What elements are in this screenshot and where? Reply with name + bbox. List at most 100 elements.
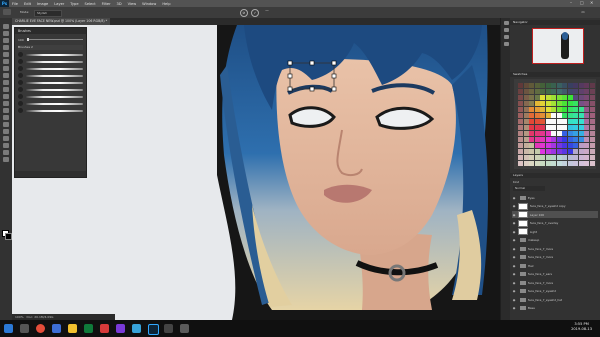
swatch[interactable]	[584, 101, 589, 106]
brush-size-control[interactable]: 100	[18, 36, 83, 43]
swatch[interactable]	[545, 113, 551, 118]
swatch[interactable]	[573, 149, 578, 154]
swatch[interactable]	[540, 143, 545, 148]
swatch[interactable]	[523, 89, 529, 94]
path-select-tool-icon[interactable]	[3, 136, 9, 141]
menu-image[interactable]: Image	[34, 2, 51, 6]
photoshop-logo-icon[interactable]: Ps	[0, 0, 9, 7]
swatch[interactable]	[589, 161, 595, 166]
warp-icon[interactable]: ⌒	[264, 9, 270, 15]
swatch[interactable]	[578, 149, 584, 154]
swatch[interactable]	[540, 131, 545, 136]
swatch[interactable]	[567, 149, 573, 154]
swatch[interactable]	[551, 131, 556, 136]
swatch[interactable]	[529, 125, 534, 130]
swatch[interactable]	[518, 155, 523, 160]
visibility-eye-icon[interactable]: ◉	[512, 238, 516, 242]
swatch[interactable]	[529, 101, 534, 106]
layer-row[interactable]: ◉ Layer 106	[512, 211, 598, 218]
swatch[interactable]	[545, 143, 551, 148]
swatch[interactable]	[551, 83, 556, 88]
layer-group-row[interactable]: ◉ Base	[512, 305, 598, 312]
swatch[interactable]	[523, 149, 529, 154]
navigator-thumbnail[interactable]	[532, 28, 584, 64]
swatch[interactable]	[540, 125, 545, 130]
swatch[interactable]	[562, 137, 567, 142]
swatch[interactable]	[573, 89, 578, 94]
layer-group-row[interactable]: ◉ Eyes	[512, 194, 598, 201]
brush-preset-item[interactable]	[18, 80, 83, 85]
swatch[interactable]	[551, 155, 556, 160]
swatch[interactable]	[545, 119, 551, 124]
swatch[interactable]	[545, 125, 551, 130]
swatch[interactable]	[567, 131, 573, 136]
gradient-tool-icon[interactable]	[3, 101, 9, 106]
swatch[interactable]	[573, 143, 578, 148]
blend-mode-select[interactable]: Normal	[513, 186, 545, 191]
shape-tool-icon[interactable]	[3, 143, 9, 148]
swatch[interactable]	[573, 83, 578, 88]
swatch[interactable]	[584, 149, 589, 154]
swatch[interactable]	[551, 125, 556, 130]
swatch[interactable]	[529, 155, 534, 160]
swatch[interactable]	[556, 89, 562, 94]
swatch[interactable]	[529, 83, 534, 88]
swatch[interactable]	[589, 137, 595, 142]
menu-edit[interactable]: Edit	[21, 2, 34, 6]
swatch[interactable]	[562, 155, 567, 160]
swatch[interactable]	[556, 149, 562, 154]
brush-preset-item[interactable]	[18, 66, 83, 71]
swatch[interactable]	[523, 137, 529, 142]
swatch[interactable]	[584, 143, 589, 148]
swatch[interactable]	[534, 101, 540, 106]
menu-3d[interactable]: 3D	[114, 2, 125, 6]
menu-window[interactable]: Window	[139, 2, 159, 6]
brush-preset-item[interactable]	[18, 94, 83, 99]
swatch[interactable]	[562, 125, 567, 130]
hand-tool-icon[interactable]	[3, 150, 9, 155]
swatch[interactable]	[545, 149, 551, 154]
workspace-icon[interactable]: ▭	[580, 9, 586, 15]
app-icon[interactable]	[52, 324, 61, 333]
swatch[interactable]	[556, 143, 562, 148]
background-color-swatch[interactable]	[5, 233, 12, 240]
swatch[interactable]	[529, 143, 534, 148]
swatch[interactable]	[529, 107, 534, 112]
swatch[interactable]	[578, 161, 584, 166]
move-tool-icon[interactable]	[3, 24, 9, 29]
chrome-icon[interactable]	[36, 324, 45, 333]
swatch[interactable]	[562, 149, 567, 154]
swatch[interactable]	[567, 89, 573, 94]
swatch[interactable]	[567, 95, 573, 100]
swatch[interactable]	[551, 107, 556, 112]
maximize-icon[interactable]: □	[580, 0, 584, 5]
swatch[interactable]	[567, 113, 573, 118]
layer-filter-kind[interactable]: Kind	[513, 180, 519, 184]
swatch[interactable]	[534, 107, 540, 112]
app-icon[interactable]	[116, 324, 125, 333]
swatch[interactable]	[551, 161, 556, 166]
swatch[interactable]	[562, 143, 567, 148]
swatch[interactable]	[529, 149, 534, 154]
swatch[interactable]	[584, 89, 589, 94]
swatch[interactable]	[523, 143, 529, 148]
swatch[interactable]	[567, 107, 573, 112]
properties-icon[interactable]	[503, 28, 509, 32]
swatch[interactable]	[584, 107, 589, 112]
pen-tool-icon[interactable]	[3, 122, 9, 127]
swatch[interactable]	[545, 137, 551, 142]
swatch[interactable]	[523, 107, 529, 112]
app-icon[interactable]	[84, 324, 93, 333]
brush-preset-item[interactable]	[18, 73, 83, 78]
swatch[interactable]	[534, 119, 540, 124]
swatch[interactable]	[584, 131, 589, 136]
swatch[interactable]	[523, 83, 529, 88]
swatch[interactable]	[534, 113, 540, 118]
swatch[interactable]	[545, 83, 551, 88]
swatch[interactable]	[556, 131, 562, 136]
visibility-eye-icon[interactable]: ◉	[512, 247, 516, 251]
zoom-tool-icon[interactable]	[3, 157, 9, 162]
swatch[interactable]	[578, 125, 584, 130]
visibility-eye-icon[interactable]: ◉	[512, 272, 516, 276]
visibility-eye-icon[interactable]: ◉	[512, 306, 516, 310]
